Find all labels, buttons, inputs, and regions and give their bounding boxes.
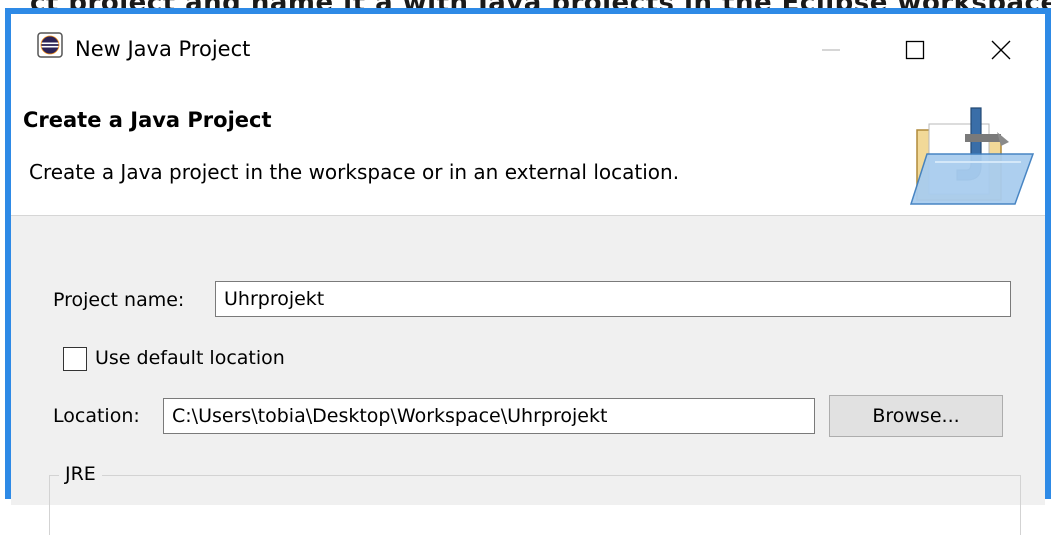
wizard-body: Project name: Use default location Locat… bbox=[11, 217, 1045, 535]
title-bar[interactable]: New Java Project bbox=[11, 14, 1045, 86]
minimize-icon bbox=[822, 49, 840, 51]
close-icon bbox=[991, 40, 1011, 60]
java-folder-icon bbox=[909, 107, 1035, 205]
maximize-icon bbox=[905, 40, 925, 60]
project-name-input[interactable] bbox=[215, 281, 1011, 317]
browse-button[interactable]: Browse... bbox=[829, 395, 1003, 437]
close-button[interactable] bbox=[967, 14, 1035, 86]
project-name-label: Project name: bbox=[53, 289, 185, 311]
use-default-location-checkbox[interactable] bbox=[63, 347, 87, 371]
wizard-title: Create a Java Project bbox=[23, 108, 272, 132]
window-title: New Java Project bbox=[75, 37, 251, 61]
use-default-location-label: Use default location bbox=[95, 347, 285, 369]
location-label: Location: bbox=[53, 405, 140, 427]
new-java-project-dialog: New Java Project Create a Java Project C… bbox=[5, 8, 1051, 535]
jre-group-label: JRE bbox=[59, 463, 102, 485]
jre-group bbox=[49, 475, 1021, 535]
background-text-strip: ct project and name it a with Java proje… bbox=[0, 0, 1051, 8]
maximize-button[interactable] bbox=[881, 14, 949, 86]
background-text: ct project and name it a with Java proje… bbox=[30, 0, 1051, 8]
eclipse-icon bbox=[37, 32, 63, 58]
location-input[interactable] bbox=[163, 398, 815, 434]
minimize-button[interactable] bbox=[797, 14, 865, 86]
wizard-description: Create a Java project in the workspace o… bbox=[29, 160, 680, 184]
wizard-header: Create a Java Project Create a Java proj… bbox=[11, 86, 1045, 216]
